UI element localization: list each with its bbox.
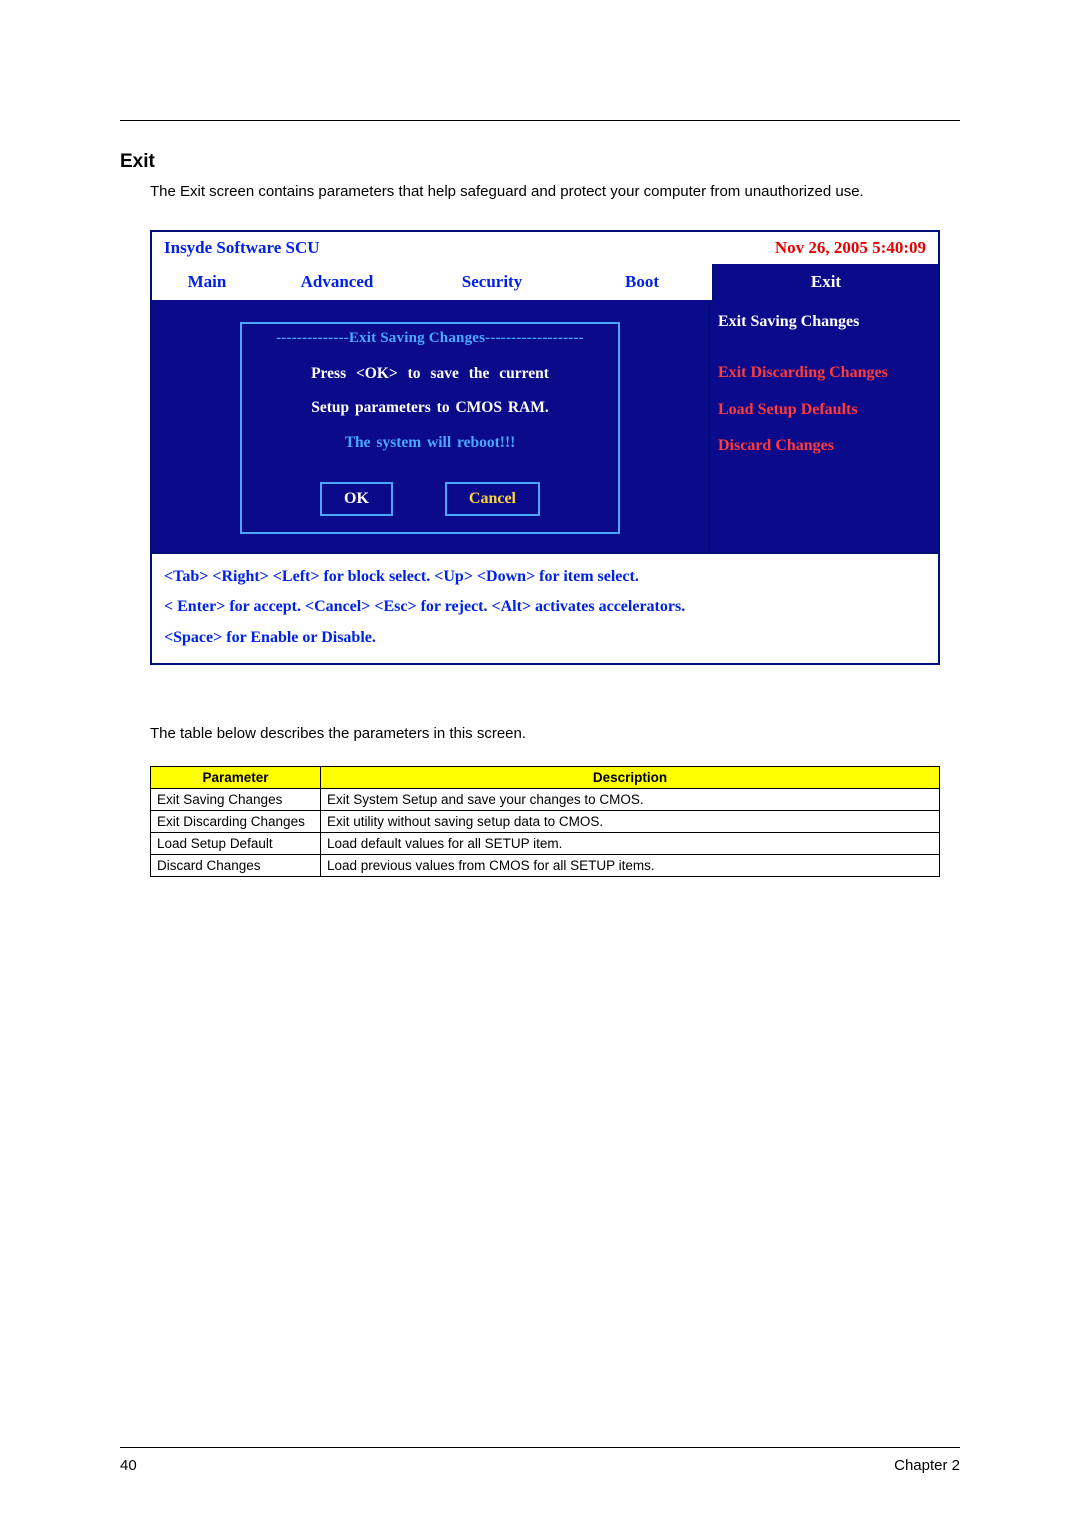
help-line-2: < Enter> for accept. <Cancel> <Esc> for … — [164, 592, 926, 622]
cell-desc: Exit utility without saving setup data t… — [321, 811, 940, 833]
cell-param: Exit Saving Changes — [151, 789, 321, 811]
table-row: Discard Changes Load previous values fro… — [151, 855, 940, 877]
tab-boot[interactable]: Boot — [572, 264, 712, 300]
bios-window: Insyde Software SCU Nov 26, 2005 5:40:09… — [150, 230, 940, 665]
menu-item-exit-discarding[interactable]: Exit Discarding Changes — [718, 355, 930, 392]
table-row: Exit Discarding Changes Exit utility wit… — [151, 811, 940, 833]
tab-main[interactable]: Main — [152, 264, 262, 300]
bios-title-left: Insyde Software SCU — [164, 238, 775, 258]
help-line-1: <Tab> <Right> <Left> for block select. <… — [164, 562, 926, 592]
exit-saving-dialog: --------------Exit Saving Changes-------… — [240, 322, 620, 534]
menu-item-exit-saving[interactable]: Exit Saving Changes — [718, 304, 930, 341]
tab-security[interactable]: Security — [412, 264, 572, 300]
dialog-line-2: Setup parameters to CMOS RAM. — [242, 391, 618, 425]
bios-title-datetime: Nov 26, 2005 5:40:09 — [775, 238, 926, 258]
chapter-label: Chapter 2 — [137, 1457, 960, 1474]
col-description: Description — [321, 767, 940, 789]
tab-exit[interactable]: Exit — [712, 264, 938, 300]
table-intro: The table below describes the parameters… — [150, 725, 960, 742]
cell-desc: Load default values for all SETUP item. — [321, 833, 940, 855]
dialog-line-1: Press <OK> to save the current — [242, 357, 618, 391]
bios-tabs: Main Advanced Security Boot Exit — [152, 264, 938, 300]
bios-main-panel: --------------Exit Saving Changes-------… — [152, 300, 708, 552]
menu-item-discard-changes[interactable]: Discard Changes — [718, 428, 930, 465]
table-row: Load Setup Default Load default values f… — [151, 833, 940, 855]
cancel-button[interactable]: Cancel — [445, 482, 540, 516]
col-parameter: Parameter — [151, 767, 321, 789]
cell-desc: Load previous values from CMOS for all S… — [321, 855, 940, 877]
help-line-3: <Space> for Enable or Disable. — [164, 623, 926, 653]
menu-item-load-defaults[interactable]: Load Setup Defaults — [718, 392, 930, 429]
section-heading: Exit — [120, 151, 960, 173]
top-rule — [120, 120, 960, 121]
page-number: 40 — [120, 1457, 137, 1474]
parameter-table: Parameter Description Exit Saving Change… — [150, 766, 940, 877]
tab-advanced[interactable]: Advanced — [262, 264, 412, 300]
cell-param: Discard Changes — [151, 855, 321, 877]
bottom-rule — [120, 1447, 960, 1448]
dialog-title: --------------Exit Saving Changes-------… — [242, 324, 618, 357]
cell-param: Exit Discarding Changes — [151, 811, 321, 833]
ok-button[interactable]: OK — [320, 482, 393, 516]
bios-right-menu: Exit Saving Changes Exit Discarding Chan… — [708, 300, 938, 552]
table-row: Exit Saving Changes Exit System Setup an… — [151, 789, 940, 811]
intro-text: The Exit screen contains parameters that… — [150, 183, 960, 200]
dialog-line-3: The system will reboot!!! — [242, 426, 618, 460]
bios-footer-help: <Tab> <Right> <Left> for block select. <… — [152, 552, 938, 663]
cell-desc: Exit System Setup and save your changes … — [321, 789, 940, 811]
cell-param: Load Setup Default — [151, 833, 321, 855]
bios-titlebar: Insyde Software SCU Nov 26, 2005 5:40:09 — [152, 232, 938, 264]
